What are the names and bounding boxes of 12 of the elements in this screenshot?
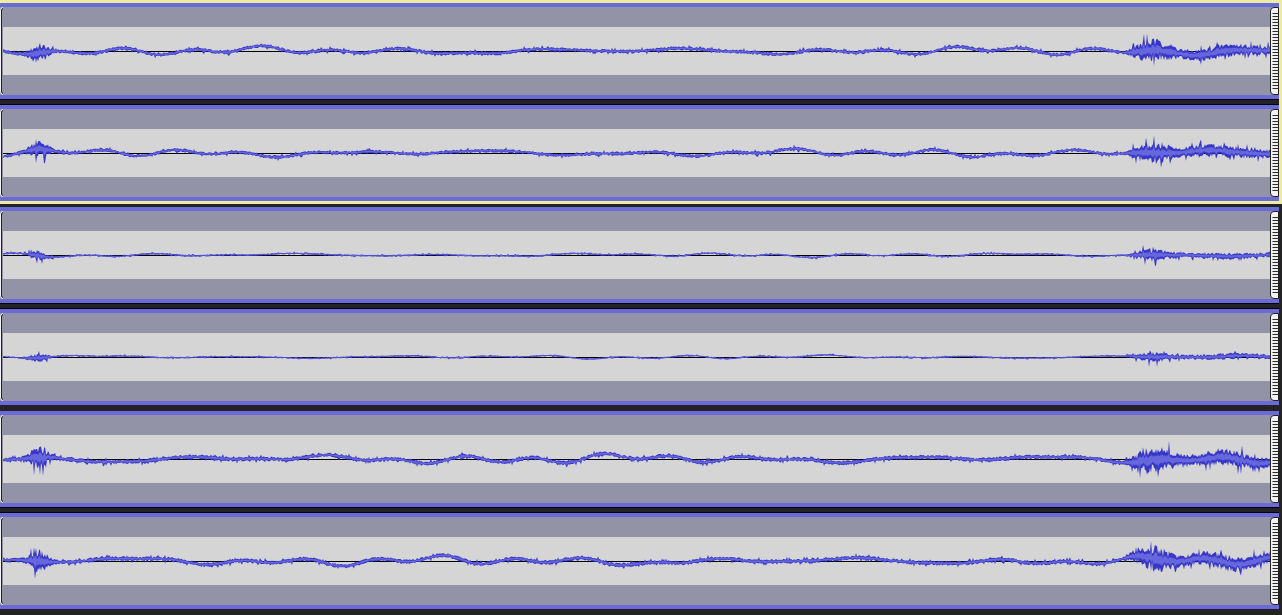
ruler-handle[interactable] (1270, 415, 1279, 503)
ruler-handle[interactable] (1270, 517, 1279, 605)
bracket-icon (0, 109, 3, 197)
bracket-icon (0, 415, 3, 503)
bracket-icon (0, 517, 3, 605)
bracket-icon (0, 211, 3, 299)
ruler-handle[interactable] (1270, 109, 1279, 197)
ruler-handle[interactable] (1270, 7, 1279, 95)
ruler-handle[interactable] (1270, 313, 1279, 401)
bracket-icon (0, 313, 3, 401)
ruler-handle[interactable] (1270, 211, 1279, 299)
bracket-icon (0, 7, 3, 95)
